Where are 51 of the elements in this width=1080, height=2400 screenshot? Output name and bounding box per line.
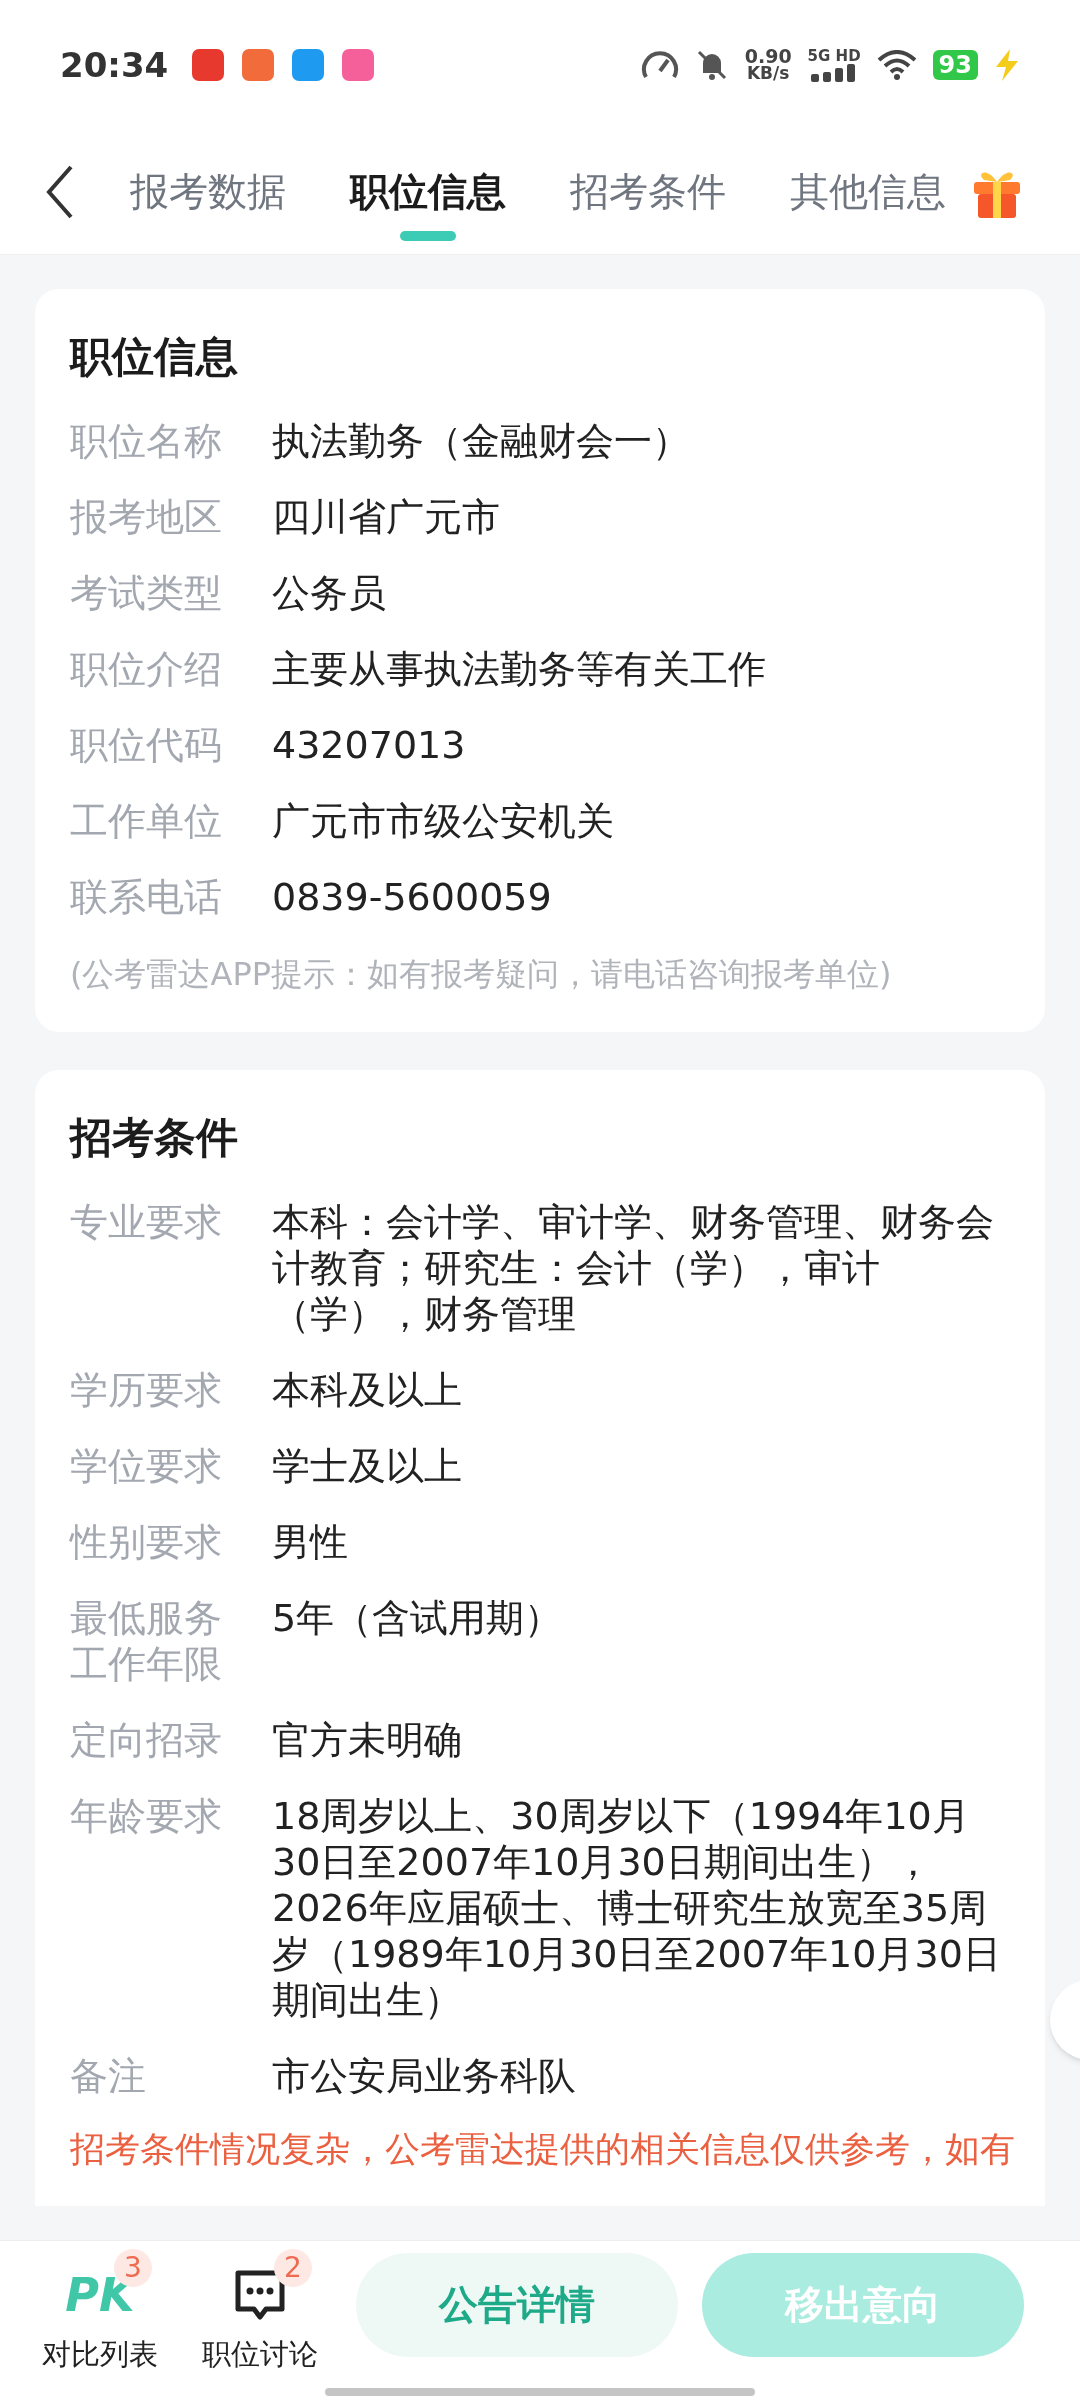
app-notification-icon xyxy=(342,49,375,81)
hint-text: (公考雷达APP提示：如有报考疑问，请电话咨询报考单位) xyxy=(70,954,893,995)
network-type: 5G HD xyxy=(807,48,861,64)
charging-icon xyxy=(994,49,1020,81)
field-value: 官方未明确 xyxy=(272,1717,463,1763)
field-label: 性别要求 xyxy=(70,1519,223,1565)
field-value: 本科：会计学、审计学、财务管理、财务会计教育；研究生：会计（学），审计（学），财务管理 xyxy=(272,1199,995,1337)
field-label: 职位介绍 xyxy=(70,646,223,692)
field-value: 主要从事执法勤务等有关工作 xyxy=(272,646,767,692)
bottom-nav-item[interactable]: 2 职位讨论 xyxy=(180,2249,340,2377)
wifi-icon xyxy=(876,50,917,80)
action-button[interactable]: 公告详情 xyxy=(356,2253,678,2357)
tab[interactable]: 招考条件 xyxy=(570,147,726,237)
field-value: 18周岁以上、30周岁以下（1994年10月30日至2007年10月30日期间出生），2026年应届硕士、博士研究生放宽至35周岁（1989年10月30日至2007年10月30日期间出生） xyxy=(272,1793,1002,2023)
field-label: 联系电话 xyxy=(70,874,223,920)
field-value: 5年（含试用期） xyxy=(272,1595,564,1642)
card-title: 职位信息 xyxy=(70,331,239,383)
field-label: 年龄要求 xyxy=(70,1793,223,1840)
field-label: 报考地区 xyxy=(70,494,223,540)
app-notification-icon xyxy=(192,49,225,81)
field-label: 专业要求 xyxy=(70,1199,223,1246)
field-value: 市公安局业务科队 xyxy=(272,2053,577,2099)
battery-level: 93 xyxy=(932,50,978,80)
tab[interactable]: 其他信息 xyxy=(790,147,946,237)
field-value: 本科及以上 xyxy=(272,1367,463,1413)
field-label: 学历要求 xyxy=(70,1367,223,1413)
field-label: 定向招录 xyxy=(70,1717,223,1763)
field-label: 最低服务工作年限 xyxy=(70,1595,223,1687)
field-value: 学士及以上 xyxy=(272,1443,463,1489)
field-label: 学位要求 xyxy=(70,1443,223,1489)
field-label: 考试类型 xyxy=(70,570,223,616)
field-value: 广元市市级公安机关 xyxy=(272,798,615,844)
field-value: 公务员 xyxy=(272,570,387,616)
status-time: 20:34 xyxy=(60,43,169,87)
app-notification-icon xyxy=(242,49,275,81)
field-value: 0839-5600059 xyxy=(272,874,553,920)
field-value: 男性 xyxy=(272,1519,349,1565)
field-label: 备注 xyxy=(70,2053,147,2099)
field-value: 四川省广元市 xyxy=(272,494,501,540)
net-speed: 0.90 xyxy=(744,48,792,65)
field-value: 执法勤务（金融财会一） xyxy=(272,418,691,464)
tab[interactable]: 报考数据 xyxy=(130,147,286,237)
net-unit: KB/s xyxy=(746,65,790,82)
speedometer-icon xyxy=(640,49,679,81)
count-badge: 2 xyxy=(274,2249,312,2287)
field-label: 职位名称 xyxy=(70,418,223,464)
field-value: 43207013 xyxy=(272,722,467,768)
field-label: 职位代码 xyxy=(70,722,223,768)
app-notification-icon xyxy=(292,49,325,81)
field-label: 工作单位 xyxy=(70,798,223,844)
card-title: 招考条件 xyxy=(70,1112,239,1164)
